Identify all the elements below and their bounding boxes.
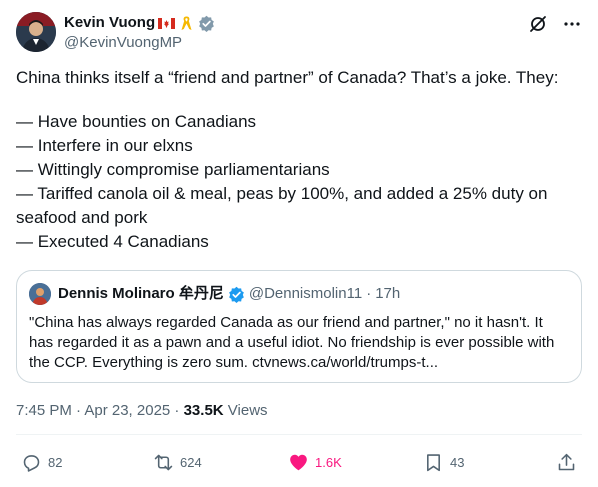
tweet-intro: China thinks itself a “friend and partne… bbox=[16, 68, 559, 87]
quoted-tweet[interactable]: Dennis Molinaro 牟丹尼 @Dennismolin11 · 17h… bbox=[16, 270, 582, 383]
bookmark-button[interactable]: 43 bbox=[423, 452, 464, 473]
tweet-line: — Have bounties on Canadians bbox=[16, 112, 257, 131]
tweet-line: seafood and pork bbox=[16, 208, 148, 227]
reply-button[interactable]: 82 bbox=[21, 452, 62, 473]
tweet-header: Kevin Vuong @KevinVuongMP bbox=[16, 12, 582, 54]
reply-icon bbox=[23, 455, 40, 472]
share-button[interactable] bbox=[556, 452, 577, 473]
author-display-name[interactable]: Kevin Vuong bbox=[64, 13, 155, 33]
divider bbox=[16, 434, 582, 435]
tweet-text: China thinks itself a “friend and partne… bbox=[16, 66, 582, 254]
repost-icon bbox=[154, 454, 173, 471]
quoted-author-name[interactable]: Dennis Molinaro 牟丹尼 bbox=[58, 284, 224, 304]
quoted-line: the CCP. Everything is zero sum. ctvnews… bbox=[29, 354, 439, 371]
header-actions bbox=[528, 14, 582, 34]
grok-icon[interactable] bbox=[528, 14, 548, 34]
tweet-line: — Interfere in our elxns bbox=[16, 136, 193, 155]
reply-count: 82 bbox=[48, 454, 63, 470]
tweet-line: — Wittingly compromise parliamentarians bbox=[16, 160, 330, 179]
action-bar: 82 624 1.6K 43 bbox=[16, 452, 582, 474]
more-options-icon[interactable] bbox=[562, 14, 582, 34]
quoted-timestamp[interactable]: 17h bbox=[375, 284, 400, 304]
bookmark-count: 43 bbox=[450, 454, 465, 470]
separator-dot: · bbox=[366, 285, 372, 302]
tweet-line: — Executed 4 Canadians bbox=[16, 232, 209, 251]
heart-icon bbox=[290, 454, 307, 471]
quoted-author-handle[interactable]: @Dennismolin11 bbox=[249, 284, 362, 304]
views-count: 33.5K bbox=[183, 402, 224, 419]
quoted-avatar[interactable] bbox=[29, 283, 51, 305]
author-handle[interactable]: @KevinVuongMP bbox=[64, 33, 182, 53]
repost-button[interactable]: 624 bbox=[153, 452, 202, 473]
like-button[interactable]: 1.6K bbox=[288, 452, 342, 473]
yellow-ribbon-icon bbox=[178, 15, 195, 32]
avatar[interactable] bbox=[16, 12, 56, 52]
tweet-timestamp[interactable]: 7:45 PM · Apr 23, 2025 · bbox=[16, 402, 184, 419]
tweet-meta: 7:45 PM · Apr 23, 2025 · 33.5K Views bbox=[16, 401, 268, 421]
quoted-header: Dennis Molinaro 牟丹尼 @Dennismolin11 · 17h bbox=[58, 284, 400, 304]
repost-count: 624 bbox=[180, 454, 202, 470]
quoted-text: "China has always regarded Canada as our… bbox=[29, 313, 573, 373]
verified-badge-icon[interactable] bbox=[228, 286, 245, 303]
bookmark-icon bbox=[427, 454, 440, 472]
canada-flag-icon bbox=[158, 15, 176, 32]
quoted-line: "China has always regarded Canada as our… bbox=[29, 314, 543, 331]
verified-badge-icon[interactable] bbox=[198, 15, 215, 32]
quoted-line: has regarded it as a pawn and a useful i… bbox=[29, 334, 555, 351]
like-count: 1.6K bbox=[315, 454, 342, 470]
tweet-line: — Tariffed canola oil & meal, peas by 10… bbox=[16, 184, 548, 203]
views-label: Views bbox=[223, 402, 268, 419]
author-name-row: Kevin Vuong bbox=[64, 13, 215, 33]
share-icon bbox=[558, 453, 575, 471]
